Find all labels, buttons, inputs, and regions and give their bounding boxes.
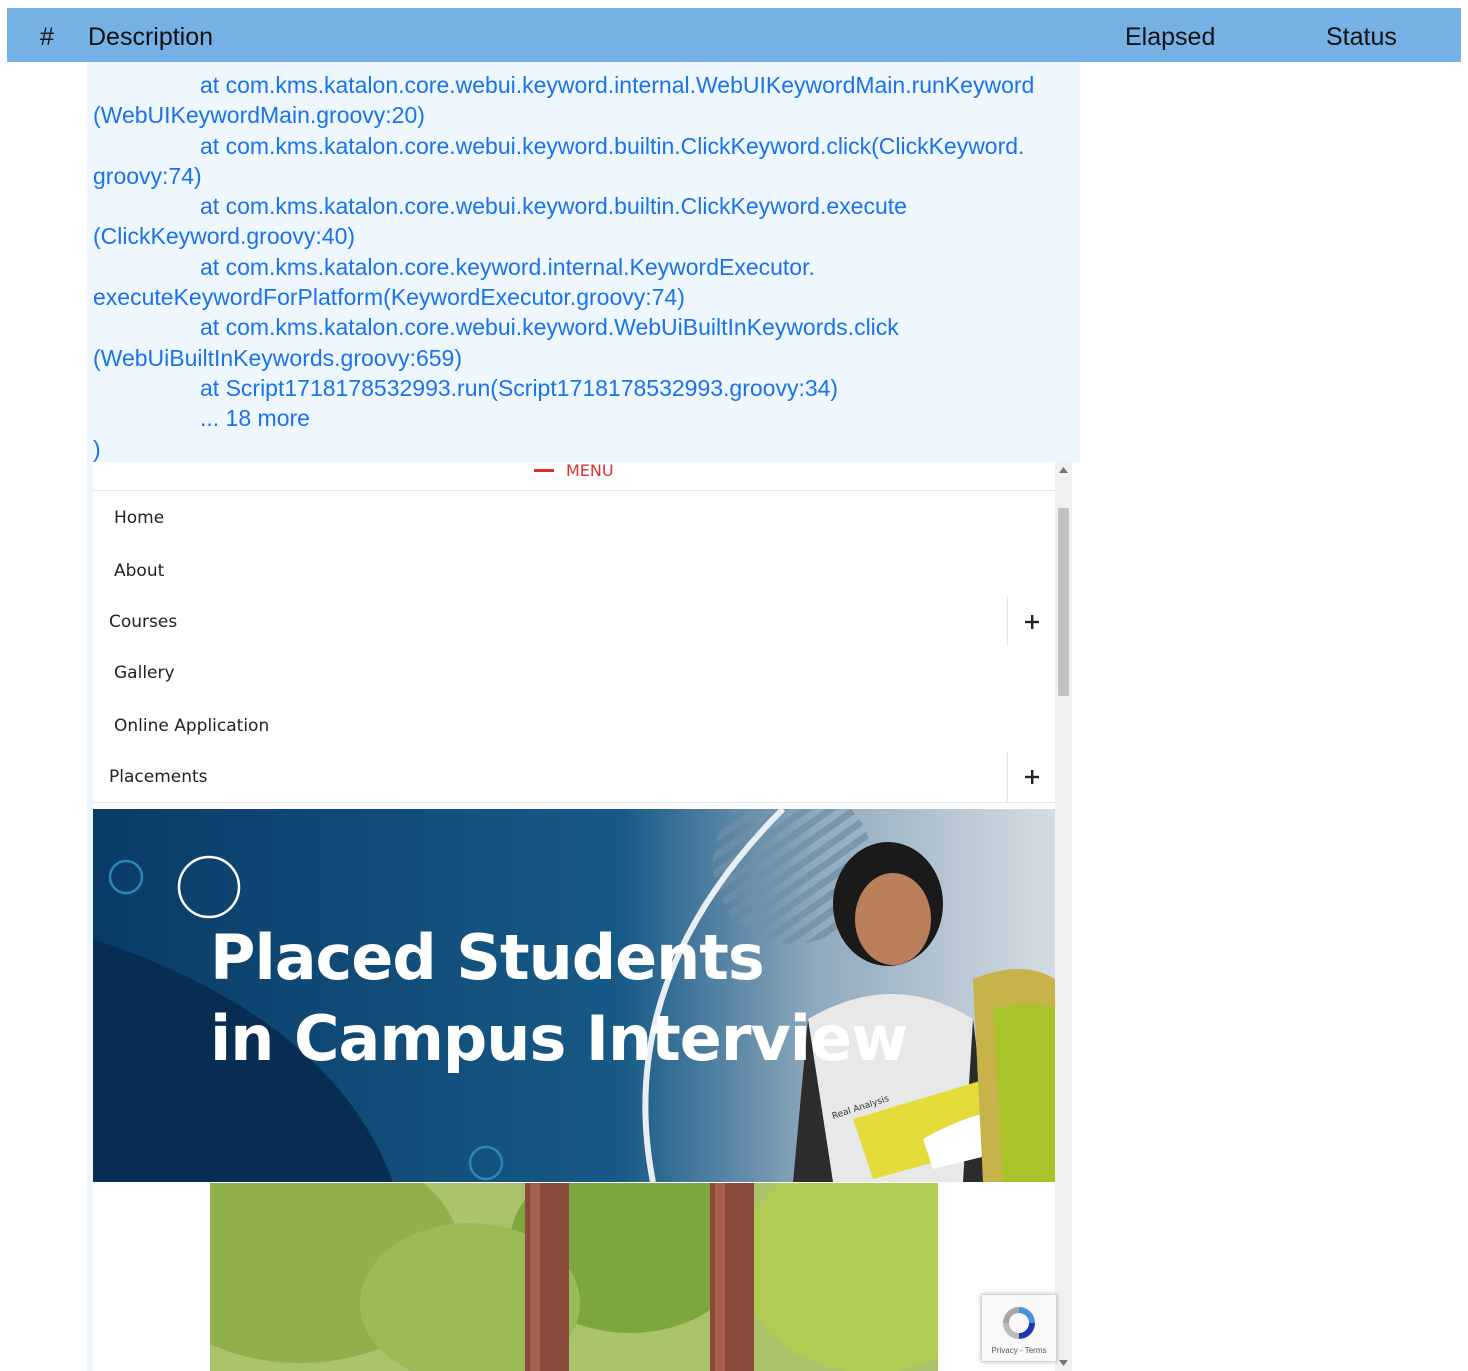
campus-photo <box>210 1183 938 1371</box>
menu-label: MENU <box>566 462 614 480</box>
recaptcha-badge[interactable]: Privacy - Terms <box>981 1294 1057 1362</box>
menu-item-label: Gallery <box>114 662 175 683</box>
stack-trace-line: at com.kms.katalon.core.webui.keyword.We… <box>200 314 899 341</box>
menu-icon <box>534 469 554 472</box>
screenshot-scrollbar[interactable] <box>1055 462 1072 1371</box>
menu-item-gallery[interactable]: Gallery <box>93 646 1055 700</box>
campus-photo-image <box>210 1183 938 1371</box>
menu-item-label: About <box>114 560 165 581</box>
stack-trace-line: executeKeywordForPlatform(KeywordExecuto… <box>93 284 685 311</box>
menu-toggle[interactable]: MENU <box>93 462 1055 491</box>
recaptcha-privacy-terms[interactable]: Privacy - Terms <box>982 1346 1056 1355</box>
column-header-status[interactable]: Status <box>1326 22 1397 52</box>
plus-icon <box>1025 770 1039 784</box>
stack-trace-line: at com.kms.katalon.core.keyword.internal… <box>200 253 815 280</box>
column-header-number: # <box>40 23 54 51</box>
stack-trace-line: (WebUIKeywordMain.groovy:20) <box>93 102 425 129</box>
banner-title-line-1: Placed Students <box>210 921 765 994</box>
menu-item-home[interactable]: Home <box>93 491 1055 545</box>
recaptcha-icon <box>1003 1307 1035 1339</box>
column-header-description: Description <box>88 23 214 51</box>
menu-item-label: Online Application <box>114 715 270 736</box>
menu-item-label: Placements <box>109 767 208 787</box>
menu-item-about[interactable]: About <box>93 544 1055 598</box>
banner-title-line-2: in Campus Interview <box>210 1002 908 1075</box>
stack-trace-line: (WebUiBuiltInKeywords.groovy:659) <box>93 344 463 371</box>
menu-item-placements[interactable]: Placements <box>93 752 1055 803</box>
plus-icon <box>1025 614 1039 629</box>
stack-trace-line: at Script1718178532993.run(Script1718178… <box>200 374 839 401</box>
stack-trace-log: at com.kms.katalon.core.webui.keyword.in… <box>87 62 1080 462</box>
stack-trace-line: ) <box>93 435 101 462</box>
menu-item-courses[interactable]: Courses <box>93 597 1055 647</box>
stack-trace-line: at com.kms.katalon.core.webui.keyword.in… <box>200 72 1035 98</box>
stack-trace-line: ... 18 more <box>200 405 310 432</box>
scrollbar-thumb[interactable] <box>1058 508 1069 696</box>
column-header-elapsed[interactable]: Elapsed <box>1125 22 1215 52</box>
menu-item-online-application[interactable]: Online Application <box>93 699 1055 753</box>
scroll-up-arrow-icon[interactable] <box>1059 467 1068 473</box>
menu-item-label: Courses <box>109 611 178 632</box>
stack-trace-line: groovy:74) <box>93 162 202 189</box>
stack-trace-line: at com.kms.katalon.core.webui.keyword.bu… <box>200 193 907 220</box>
banner-title: Placed Students in Campus Interview <box>210 917 908 1079</box>
stack-trace-lines: at com.kms.katalon.core.webui.keyword.in… <box>93 70 1078 464</box>
placement-banner[interactable]: Placed Students in Campus Interview Real… <box>93 809 1055 1182</box>
stack-trace-line: (ClickKeyword.groovy:40) <box>93 223 356 250</box>
report-table-header: # Description Elapsed Status <box>7 8 1461 62</box>
scroll-down-arrow-icon[interactable] <box>1059 1360 1068 1366</box>
expand-submenu-button[interactable] <box>1007 597 1055 646</box>
stack-trace-line: at com.kms.katalon.core.webui.keyword.bu… <box>200 132 1025 159</box>
expand-submenu-button[interactable] <box>1007 752 1055 802</box>
failure-screenshot: MENU Home About Courses Gallery Online Appli… <box>93 462 1055 1371</box>
menu-item-label: Home <box>114 507 165 528</box>
